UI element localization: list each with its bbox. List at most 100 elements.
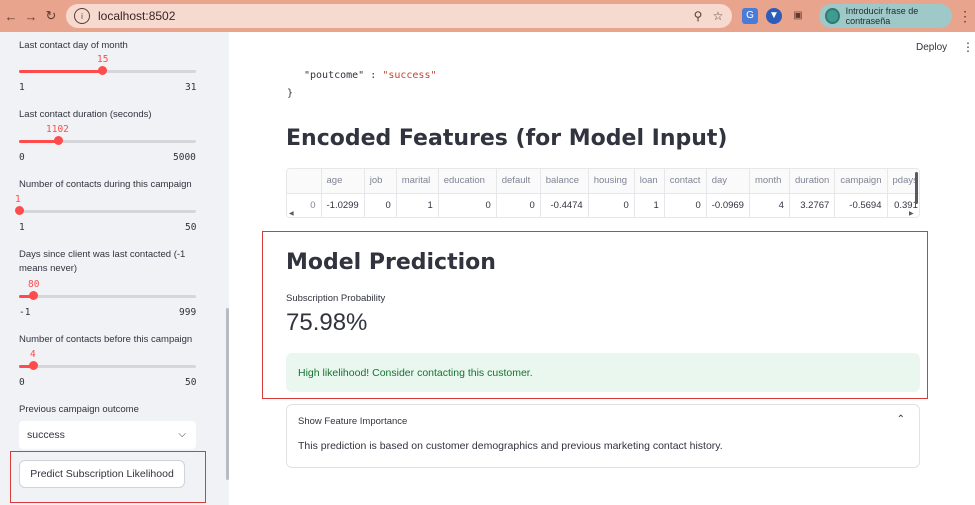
profile-label: Introducir frase de contraseña (845, 6, 919, 26)
avatar (825, 8, 840, 24)
json-value: "success" (382, 70, 437, 81)
table-cell[interactable]: 0 (364, 193, 397, 217)
chevron-down-icon: ⌵ (178, 429, 186, 440)
json-key: "poutcome" (304, 70, 365, 81)
slider-max-campaign: 50 (185, 222, 197, 233)
scroll-right-arrow-icon[interactable]: ▶ (909, 210, 914, 217)
column-header[interactable] (287, 169, 322, 194)
deploy-button[interactable]: Deploy (916, 42, 947, 53)
slider-label-duration: Last contact duration (seconds) (19, 109, 152, 120)
column-header[interactable]: education (438, 169, 497, 194)
slider-previous[interactable] (19, 361, 196, 370)
address-bar[interactable]: i localhost:8502 ⚲ ☆ (66, 4, 732, 28)
table-header-row: age job marital education default balance hous… (287, 169, 919, 194)
slider-value-pdays: 80 (28, 279, 40, 290)
column-header[interactable]: duration (789, 169, 836, 194)
slider-max-day: 31 (185, 82, 197, 93)
column-header[interactable]: marital (396, 169, 439, 194)
main-menu-icon[interactable]: ⋮ (962, 40, 974, 54)
slider-label-pdays: Days since client was last contacted (-1… (19, 249, 186, 274)
table-cell[interactable]: 0 (588, 193, 635, 217)
slider-value-day: 15 (97, 54, 109, 65)
bookmark-star-icon[interactable]: ☆ (710, 8, 726, 24)
slider-fill (19, 70, 102, 73)
slider-value-campaign: 1 (15, 194, 21, 205)
column-header[interactable]: job (364, 169, 397, 194)
slider-thumb[interactable] (97, 66, 107, 75)
slider-thumb[interactable] (15, 206, 24, 215)
slider-min-day: 1 (19, 82, 25, 93)
table-cell[interactable]: 0 (438, 193, 497, 217)
forward-icon[interactable]: → (20, 5, 42, 27)
slider-max-duration: 5000 (173, 152, 196, 163)
extension-icon[interactable]: ▼ (766, 8, 782, 24)
table-cell[interactable]: -0.4474 (540, 193, 589, 217)
metric-value: 75.98% (286, 309, 368, 336)
column-header[interactable]: housing (588, 169, 635, 194)
reload-icon[interactable]: ↻ (40, 5, 62, 27)
slider-campaign[interactable] (15, 206, 196, 215)
site-info-icon[interactable]: i (74, 8, 90, 24)
slider-label-campaign: Number of contacts during this campaign (19, 179, 192, 190)
browser-menu-icon[interactable]: ⋮ (958, 8, 972, 24)
column-header[interactable]: loan (634, 169, 665, 194)
json-close-brace: } (287, 88, 294, 99)
expander-body: This prediction is based on customer dem… (298, 440, 723, 452)
slider-max-pdays: 999 (179, 307, 197, 318)
predict-button[interactable]: Predict Subscription Likelihood (19, 460, 185, 488)
table-cell[interactable]: -1.0299 (321, 193, 365, 217)
slider-fill (19, 140, 58, 143)
json-colon: : (370, 70, 377, 81)
outcome-label: Previous campaign outcome (19, 404, 139, 415)
translate-extension-icon[interactable]: G (742, 8, 758, 24)
table-row: 0 -1.0299 0 1 0 0 -0.4474 0 1 0 -0.0969 4 3.2767 -0.5… (287, 193, 919, 217)
table-cell[interactable]: -0.5694 (834, 193, 888, 217)
outcome-select[interactable]: success ⌵ (19, 421, 196, 449)
slider-label-day: Last contact day of month (19, 40, 128, 51)
slider-min-duration: 0 (19, 152, 25, 163)
back-icon[interactable]: ← (0, 5, 22, 27)
slider-max-previous: 50 (185, 377, 197, 388)
table-cell[interactable]: -0.0969 (706, 193, 750, 217)
slider-label-previous: Number of contacts before this campaign (19, 334, 193, 345)
outcome-select-value: success (27, 429, 65, 441)
column-header[interactable]: balance (540, 169, 589, 194)
column-header[interactable]: day (706, 169, 750, 194)
success-message: High likelihood! Consider contacting thi… (298, 366, 533, 379)
json-entry: "poutcome" : "success" (304, 70, 437, 81)
slider-duration[interactable] (19, 136, 196, 145)
column-header[interactable]: age (321, 169, 365, 194)
encoded-features-title: Encoded Features (for Model Input) (286, 126, 728, 151)
expander-title[interactable]: Show Feature Importance (298, 416, 407, 427)
slider-thumb[interactable] (53, 136, 63, 145)
dataframe: age job marital education default balance hous… (287, 169, 919, 217)
slider-min-campaign: 1 (19, 222, 25, 233)
feature-importance-expander[interactable]: Show Feature Importance ⌃ This predictio… (286, 404, 920, 468)
puzzle-extensions-icon[interactable]: ▣ (790, 8, 806, 24)
table-cell[interactable]: 1 (634, 193, 665, 217)
prediction-title: Model Prediction (286, 250, 496, 275)
table-cell[interactable]: 3.2767 (789, 193, 836, 217)
metric-label: Subscription Probability (286, 293, 386, 304)
scroll-left-arrow-icon[interactable]: ◀ (289, 210, 294, 217)
column-header[interactable]: default (496, 169, 541, 194)
slider-value-previous: 4 (30, 349, 36, 360)
slider-day[interactable] (19, 66, 196, 75)
url-text[interactable]: localhost:8502 (98, 9, 175, 23)
table-vertical-scrollbar[interactable] (915, 172, 918, 204)
browser-toolbar: ← → ↻ i localhost:8502 ⚲ ☆ G ▼ ▣ Introdu… (0, 0, 975, 32)
sidebar-scrollbar[interactable] (226, 308, 229, 480)
column-header[interactable]: month (749, 169, 790, 194)
profile-button[interactable]: Introducir frase de contraseña (819, 4, 952, 28)
column-header[interactable]: contact (664, 169, 707, 194)
zoom-icon[interactable]: ⚲ (690, 8, 706, 24)
encoded-features-table[interactable]: age job marital education default balance hous… (286, 168, 920, 218)
table-cell[interactable]: 1 (396, 193, 439, 217)
slider-pdays[interactable] (19, 291, 196, 300)
slider-value-duration: 1102 (46, 124, 69, 135)
chevron-up-icon[interactable]: ⌃ (897, 414, 905, 425)
table-cell[interactable]: 4 (749, 193, 790, 217)
column-header[interactable]: campaign (834, 169, 888, 194)
table-cell[interactable]: 0 (664, 193, 707, 217)
table-cell[interactable]: 0 (496, 193, 541, 217)
